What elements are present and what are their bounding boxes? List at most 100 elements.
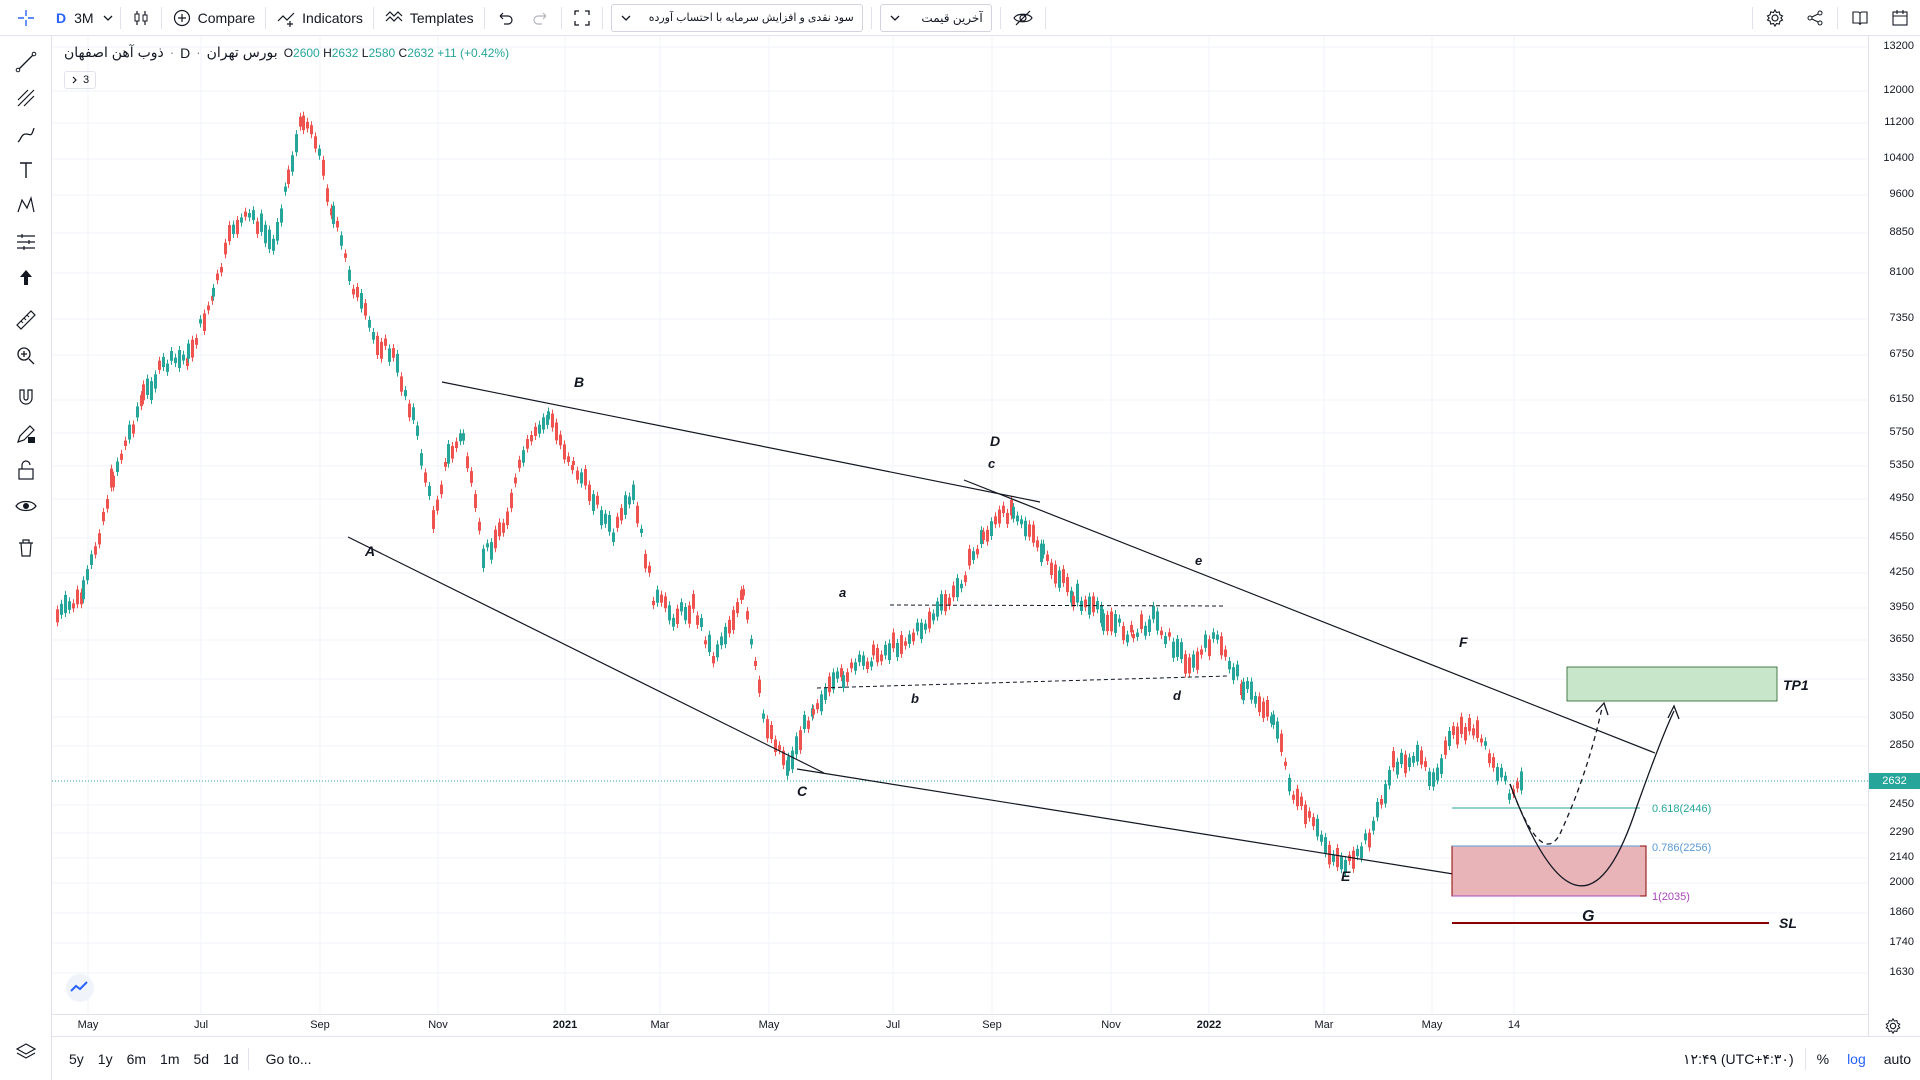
left-drawing-toolbar	[0, 36, 52, 1080]
settings-button[interactable]	[1755, 0, 1795, 36]
divider	[560, 6, 562, 29]
zoom-tool[interactable]	[10, 340, 42, 372]
time-axis[interactable]: May Jul Sep Nov 2021 Mar May Jul Sep Nov 2022 Mar Ma…	[52, 1014, 1868, 1036]
magnet-tool[interactable]	[10, 382, 42, 414]
candle-body	[112, 475, 115, 488]
indicator-select[interactable]: سود نقدی و افزایش سرمایه با احتساب آورده	[610, 3, 863, 32]
range-button-1d[interactable]: 1d	[216, 1051, 246, 1067]
brush-tool[interactable]	[10, 118, 42, 150]
range-button-1y[interactable]: 1y	[91, 1051, 120, 1067]
candle-body	[514, 477, 517, 484]
candle-body	[1480, 738, 1483, 743]
price-source-select[interactable]: آخرین قیمت	[879, 3, 992, 32]
lock-drawing-tool[interactable]	[10, 418, 42, 450]
candle-body	[732, 610, 735, 630]
indicators-collapse-button[interactable]: 3	[64, 71, 97, 89]
candle-body	[372, 332, 375, 340]
arrow-tool[interactable]	[10, 262, 42, 294]
time-tick: May	[1421, 1019, 1443, 1031]
candle-body	[268, 229, 271, 250]
calendar-button[interactable]	[1880, 0, 1920, 36]
compare-button[interactable]: Compare	[164, 0, 264, 36]
lock-all-tool[interactable]	[10, 454, 42, 486]
candle-body	[494, 529, 497, 549]
candle-body	[1484, 741, 1487, 746]
candle-body	[1472, 728, 1475, 736]
candle-body	[272, 238, 275, 251]
candle-body	[862, 655, 865, 666]
candle-body	[948, 597, 951, 606]
auto-toggle[interactable]: auto	[1875, 1051, 1920, 1067]
price-chart[interactable]: A B C D E F G a b c d e TP1 SL 0.618(244…	[52, 36, 1868, 1014]
price-tick: 7350	[1889, 312, 1914, 324]
legend-symbol[interactable]: ذوب آهن اصفهان	[64, 44, 164, 61]
crosshair-menu-button[interactable]	[0, 0, 52, 36]
candle-body	[1460, 716, 1463, 734]
text-tool[interactable]	[10, 154, 42, 186]
timezone-button[interactable]: ۱۲:۴۹ (UTC+۴:۳۰)	[1674, 1051, 1803, 1068]
candle-body	[547, 411, 550, 420]
range-button-6m[interactable]: 6m	[120, 1051, 153, 1067]
range-button-1m[interactable]: 1m	[153, 1051, 186, 1067]
prediction-tool[interactable]	[10, 226, 42, 258]
fullscreen-button[interactable]	[564, 0, 600, 36]
candle-body	[306, 121, 309, 129]
goto-date-button[interactable]: Go to...	[257, 1051, 321, 1067]
indicators-label: Indicators	[302, 9, 363, 26]
price-tick: 5750	[1889, 426, 1914, 438]
indicators-button[interactable]: Indicators	[268, 0, 371, 36]
range-button-5d[interactable]: 5d	[187, 1051, 217, 1067]
gear-icon	[1885, 1017, 1901, 1035]
pattern-tool[interactable]	[10, 190, 42, 222]
sl-label: SL	[1779, 915, 1797, 931]
candle-body	[632, 484, 635, 501]
candle-body	[136, 406, 139, 418]
hide-drawings-tool[interactable]	[10, 490, 42, 522]
templates-button[interactable]: Templates	[376, 0, 482, 36]
interval-button[interactable]: 3M	[70, 0, 117, 36]
share-button[interactable]	[1795, 0, 1835, 36]
hide-indicators-button[interactable]	[1003, 0, 1043, 36]
symbol-search-button[interactable]: D	[52, 0, 70, 36]
candle-body	[459, 433, 462, 442]
tradingview-logo[interactable]	[66, 974, 94, 1002]
candle-body	[754, 660, 757, 667]
wave-label-e: e	[1195, 553, 1202, 568]
price-tick: 2450	[1889, 798, 1914, 810]
object-tree-button[interactable]	[10, 1036, 42, 1068]
candle-body	[770, 724, 773, 740]
candle-body	[708, 634, 711, 653]
candle-body	[1324, 837, 1327, 854]
candle-body	[518, 459, 521, 468]
candle-body	[1284, 761, 1287, 766]
candle-body	[616, 516, 619, 528]
range-button-5y[interactable]: 5y	[62, 1051, 91, 1067]
price-axis[interactable]: 13200 12000 11200 10400 9600 8850 8100 7350 6750…	[1868, 36, 1920, 1036]
candle-body	[1356, 848, 1359, 857]
chevron-down-icon	[890, 15, 900, 21]
axis-settings-button[interactable]	[1884, 1017, 1904, 1037]
pitchfork-tool[interactable]	[10, 82, 42, 114]
candle-body	[900, 635, 903, 654]
log-toggle[interactable]: log	[1838, 1051, 1875, 1067]
candle-body	[1508, 793, 1511, 800]
redo-button[interactable]	[523, 0, 559, 36]
candle-body	[120, 453, 123, 460]
candle-body	[360, 292, 363, 309]
entry-zone[interactable]	[1451, 845, 1647, 897]
trend-line-tool[interactable]	[10, 46, 42, 78]
measure-tool[interactable]	[10, 304, 42, 336]
percent-toggle[interactable]: %	[1808, 1051, 1838, 1067]
remove-drawings-tool[interactable]	[10, 532, 42, 564]
watchlist-button[interactable]	[1840, 0, 1880, 36]
chart-type-button[interactable]	[123, 0, 159, 36]
candle-body	[1212, 632, 1215, 639]
candle-body	[116, 461, 119, 472]
candle-body	[384, 338, 387, 346]
tp1-zone[interactable]	[1566, 666, 1778, 702]
candle-body	[580, 472, 583, 484]
candle-body	[1028, 524, 1031, 537]
undo-button[interactable]	[487, 0, 523, 36]
candle-body	[1404, 754, 1407, 774]
divider	[1837, 7, 1838, 29]
